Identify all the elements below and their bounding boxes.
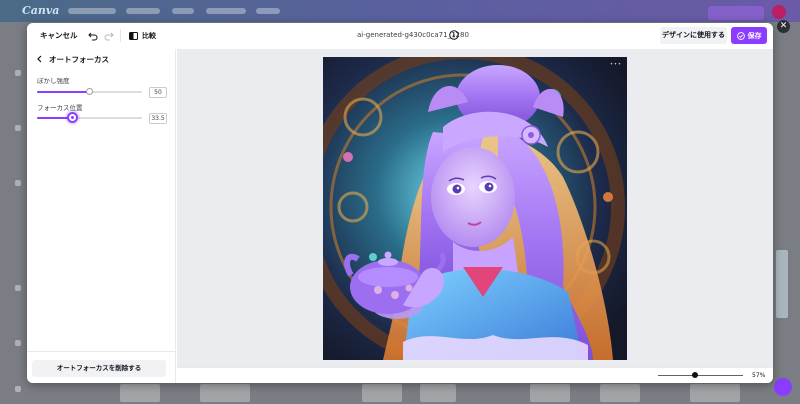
background-menu-item — [256, 8, 280, 14]
zoom-slider-thumb[interactable] — [691, 372, 698, 378]
autofocus-panel: オートフォーカス ぼかし強度 50 フォーカス位置 33.5 オートフォーカスを… — [27, 49, 176, 383]
use-in-design-button[interactable]: デザインに使用する — [660, 27, 727, 44]
background-menu-item — [126, 8, 160, 14]
info-icon[interactable] — [449, 30, 459, 40]
save-button[interactable]: 保存 — [731, 27, 767, 44]
canvas-footer: 57% — [177, 367, 773, 383]
blur-strength-thumb[interactable] — [86, 88, 93, 95]
compare-label: 比較 — [142, 32, 156, 40]
undo-button[interactable] — [85, 27, 101, 44]
save-label: 保存 — [747, 31, 762, 40]
cancel-button[interactable]: キャンセル — [35, 28, 83, 44]
artwork-watermark: ✦ ✦ ✦ — [609, 62, 621, 66]
focus-position-value[interactable]: 33.5 — [149, 113, 167, 124]
focus-position-thumb[interactable] — [66, 112, 78, 123]
background-thumbnail — [200, 384, 250, 402]
panel-footer: オートフォーカスを削除する — [27, 351, 176, 383]
compare-button[interactable]: 比較 — [125, 28, 160, 44]
back-arrow-icon[interactable] — [35, 54, 45, 64]
background-side-icon — [15, 285, 21, 291]
zoom-slider[interactable] — [658, 375, 743, 376]
canvas-area: ✦ ✦ ✦ — [177, 49, 773, 367]
blur-strength-value[interactable]: 50 — [149, 87, 167, 98]
blur-strength-label: ぼかし強度 — [37, 77, 70, 85]
background-help-button — [774, 378, 792, 396]
focus-position-label: フォーカス位置 — [37, 104, 83, 112]
redo-button[interactable] — [101, 27, 117, 44]
background-menu-item — [206, 8, 246, 14]
close-modal-button[interactable]: ✕ — [777, 20, 790, 33]
background-side-icon — [15, 70, 21, 76]
background-side-icon — [15, 125, 21, 131]
background-thumbnail — [600, 384, 640, 402]
save-check-icon — [736, 31, 745, 40]
background-logo: Canva — [22, 4, 60, 17]
compare-icon — [129, 32, 138, 40]
background-topbar: Canva — [0, 0, 800, 22]
background-share-button — [708, 6, 764, 20]
focus-position-slider[interactable] — [37, 112, 142, 123]
background-thumbnail — [120, 384, 160, 402]
background-side-icon — [15, 180, 21, 186]
artwork-illustration — [323, 57, 627, 360]
zoom-level: 57% — [752, 372, 766, 379]
background-thumbnail — [362, 384, 402, 402]
header-divider — [120, 29, 121, 42]
redo-icon — [104, 32, 114, 40]
background-avatar — [772, 5, 786, 19]
modal-header: キャンセル 比較 ai-generated-g430c0ca71_1280 デザ… — [27, 23, 773, 49]
remove-autofocus-button[interactable]: オートフォーカスを削除する — [32, 360, 166, 377]
close-icon: ✕ — [779, 21, 788, 31]
background-menu-item — [172, 8, 194, 14]
autofocus-modal: キャンセル 比較 ai-generated-g430c0ca71_1280 デザ… — [27, 23, 773, 383]
background-menu-item — [68, 8, 116, 14]
panel-title: オートフォーカス — [49, 55, 109, 64]
undo-icon — [88, 32, 98, 40]
background-side-icon — [15, 386, 21, 392]
background-thumbnail — [530, 384, 570, 402]
artwork-image[interactable]: ✦ ✦ ✦ — [323, 57, 627, 360]
blur-strength-fill — [37, 91, 90, 93]
background-thumbnail — [690, 384, 740, 402]
background-thumbnail — [776, 250, 788, 318]
background-thumbnail — [420, 384, 456, 402]
background-side-icon — [15, 340, 21, 346]
blur-strength-slider[interactable] — [37, 88, 142, 95]
